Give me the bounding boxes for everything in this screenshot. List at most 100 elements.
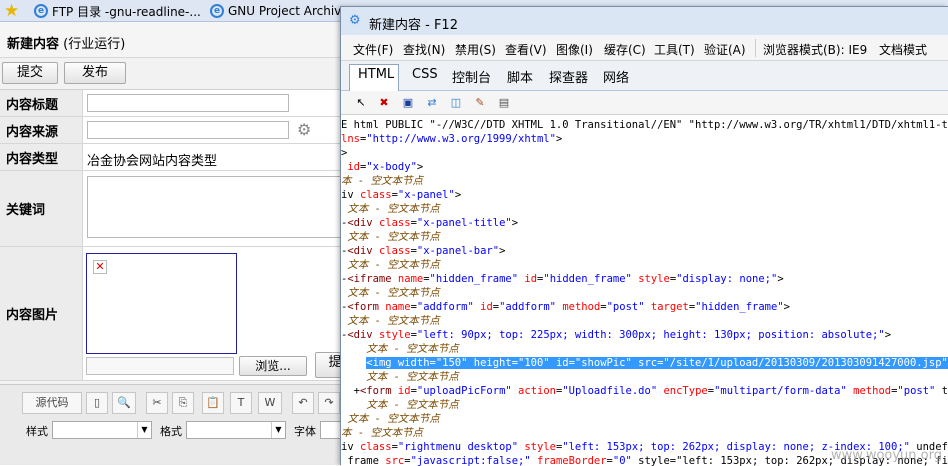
devtools-title-bar: ⚙ 新建内容 - F12 [341, 7, 948, 35]
content-source-label: 内容来源 [0, 117, 82, 144]
paste-word-icon[interactable]: W [258, 392, 282, 414]
keywords-cell [82, 171, 344, 247]
tab-label: GNU Project Archiv [228, 4, 342, 18]
code-line[interactable]: 文本 - 空文本节点 [341, 202, 439, 216]
select-element-icon[interactable]: ↖ [354, 96, 368, 110]
gear-icon[interactable]: ⚙ [297, 120, 311, 139]
code-line[interactable]: 文本 - 空文本节点 [341, 314, 439, 328]
undo-icon[interactable]: ↶ [292, 392, 314, 414]
save-icon[interactable]: ▣ [401, 96, 415, 110]
html-source-tree: E html PUBLIC "-//W3C//DTD XHTML 1.0 Tra… [341, 115, 948, 466]
menu-divider [755, 39, 756, 57]
style-label: 样式 [26, 425, 48, 438]
paste-icon[interactable]: 📋 [202, 392, 224, 414]
code-line[interactable]: 本 - 空文本节点 [341, 426, 423, 440]
format-select[interactable]: ▼ [186, 421, 286, 439]
code-line[interactable]: 文本 - 空文本节点 [341, 398, 458, 412]
code-line[interactable]: -<div style="left: 90px; top: 225px; wid… [341, 328, 891, 342]
tab-console[interactable]: 控制台 [452, 67, 491, 86]
submit-button[interactable]: 提交 [2, 62, 58, 84]
code-line[interactable]: 文本 - 空文本节点 [341, 342, 458, 356]
browser-tab-gnu[interactable]: e GNU Project Archiv [210, 0, 344, 22]
ie-icon: e [34, 4, 48, 18]
menu-images[interactable]: 图像(I) [556, 41, 593, 58]
code-line[interactable]: +<form id="uploadPicForm" action="Upload… [341, 384, 948, 398]
devtools-icon: ⚙ [349, 13, 361, 28]
page-title: 新建内容 (行业运行) [0, 22, 344, 58]
menu-find[interactable]: 查找(N) [403, 41, 445, 58]
menu-disable[interactable]: 禁用(S) [455, 41, 496, 58]
code-line[interactable]: -<div class="x-panel-title"> [341, 216, 518, 230]
content-title-label: 内容标题 [0, 90, 82, 117]
content-title-input[interactable] [87, 94, 289, 112]
code-line[interactable]: -<form name="addform" id="addform" metho… [341, 300, 790, 314]
code-line[interactable]: id="x-body"> [341, 160, 423, 174]
tab-label: FTP 目录 -gnu-readline-... [52, 4, 201, 19]
content-type-value: 冶金协会网站内容类型 [82, 144, 344, 171]
code-line[interactable]: 文本 - 空文本节点 [341, 258, 439, 272]
code-line[interactable]: lns="http://www.w3.org/1999/xhtml"> [341, 132, 562, 146]
code-line[interactable]: 文本 - 空文本节点 [341, 230, 439, 244]
menu-document-mode[interactable]: 文档模式 [879, 41, 927, 58]
keywords-label: 关键词 [0, 171, 82, 247]
broken-image-icon: ✕ [93, 260, 107, 274]
code-line[interactable]: > [341, 146, 347, 160]
menu-cache[interactable]: 缓存(C) [604, 41, 646, 58]
content-source-cell: ⚙ [82, 117, 344, 144]
file-path-input[interactable] [86, 357, 234, 375]
browser-tab-ftp[interactable]: e FTP 目录 -gnu-readline-... [34, 0, 230, 22]
keywords-textarea[interactable] [87, 176, 344, 238]
tab-html[interactable]: HTML [358, 67, 394, 82]
source-code-button[interactable]: 源代码 [22, 392, 82, 414]
web-page: 新建内容 (行业运行) 提交 发布 内容标题 内容来源 ⚙ 内容类型 冶金协会网… [0, 22, 344, 465]
editor-toolbar: 源代码 ▯ 🔍 ✂ ⎘ 📋 T W ↶ ↷ 样式 ▼ 格式 ▼ 字体 [0, 384, 344, 465]
tab-css[interactable]: CSS [412, 67, 438, 82]
selected-node-line[interactable]: <img width="150" height="100" id="showPi… [341, 356, 948, 370]
devtools-title: 新建内容 - F12 [369, 18, 458, 33]
style-select[interactable]: ▼ [52, 421, 152, 439]
publish-button[interactable]: 发布 [64, 62, 126, 84]
browse-button[interactable]: 浏览... [239, 356, 307, 376]
refresh-icon[interactable]: ⇄ [425, 96, 439, 110]
word-wrap-icon[interactable]: ▤ [497, 96, 511, 110]
content-title-cell [82, 90, 344, 117]
code-line[interactable]: 文本 - 空文本节点 [341, 370, 458, 384]
font-label: 字体 [294, 425, 316, 438]
devtools-window: ⚙ 新建内容 - F12 文件(F) 查找(N) 禁用(S) 查看(V) 图像(… [340, 6, 948, 466]
image-preview: ✕ [86, 253, 237, 354]
code-line[interactable]: 文本 - 空文本节点 [341, 286, 439, 300]
tab-script[interactable]: 脚本 [507, 67, 533, 86]
favorites-star-icon[interactable]: ★ [4, 0, 30, 22]
menu-tools[interactable]: 工具(T) [654, 41, 695, 58]
preview-icon[interactable]: 🔍 [112, 392, 136, 414]
devtools-tabs: HTML CSS 控制台 脚本 探查器 网络 [341, 61, 948, 91]
cut-icon[interactable]: ✂ [146, 392, 168, 414]
code-line[interactable]: 文本 - 空文本节点 [341, 412, 439, 426]
code-line[interactable]: E html PUBLIC "-//W3C//DTD XHTML 1.0 Tra… [341, 118, 948, 132]
code-line[interactable]: -<iframe name="hidden_frame" id="hidden_… [341, 272, 784, 286]
dom-icon[interactable]: ◫ [449, 96, 463, 110]
copy-icon[interactable]: ⎘ [172, 392, 194, 414]
ie-icon: e [210, 4, 224, 18]
new-page-icon[interactable]: ▯ [86, 392, 108, 414]
code-line[interactable]: 本 - 空文本节点 [341, 174, 423, 188]
tab-network[interactable]: 网络 [603, 67, 629, 86]
html-toolbar: ↖ ✖ ▣ ⇄ ◫ ✎ ▤ [341, 91, 948, 115]
redo-icon[interactable]: ↷ [318, 392, 340, 414]
menu-validate[interactable]: 验证(A) [704, 41, 746, 58]
edit-icon[interactable]: ✎ [473, 96, 487, 110]
code-line[interactable]: iv class="x-panel"> [341, 188, 461, 202]
content-form: 内容标题 内容来源 ⚙ 内容类型 冶金协会网站内容类型 关键词 内容图片 ✕ 浏… [0, 89, 344, 381]
paste-text-icon[interactable]: T [230, 392, 252, 414]
tab-profiler[interactable]: 探查器 [549, 67, 588, 86]
menu-file[interactable]: 文件(F) [353, 41, 393, 58]
watermark: www.wooyun.org [830, 448, 942, 463]
chevron-down-icon: ▼ [137, 422, 151, 438]
code-line[interactable]: -<div class="x-panel-bar"> [341, 244, 505, 258]
source-code-label: 源代码 [35, 396, 69, 409]
clear-icon[interactable]: ✖ [377, 96, 391, 110]
content-image-cell: ✕ 浏览... 提 [82, 247, 344, 381]
menu-browser-mode[interactable]: 浏览器模式(B): IE9 [763, 41, 867, 58]
content-source-input[interactable] [87, 121, 289, 139]
menu-view[interactable]: 查看(V) [505, 41, 547, 58]
